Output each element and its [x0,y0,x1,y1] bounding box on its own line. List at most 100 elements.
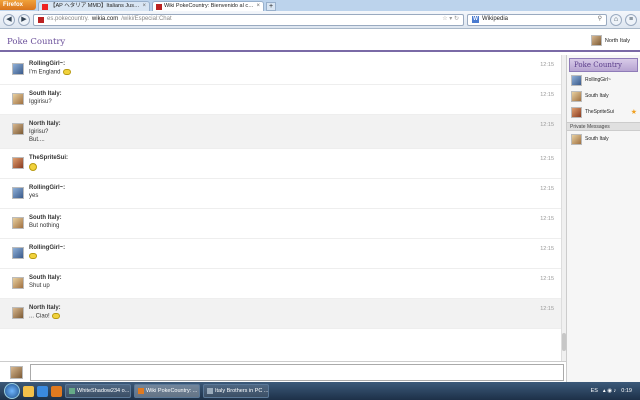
task-label: WhiteShadow234 o... [77,388,130,394]
message-timestamp: 12:15 [540,276,554,282]
sidebar-room-title[interactable]: Poke Country [569,58,638,72]
message-text [29,253,566,260]
language-indicator[interactable]: ES [591,388,598,394]
start-button[interactable] [4,383,20,399]
avatar [571,90,582,102]
message-text: I'm England [29,69,566,76]
message-text: But.... [29,137,566,143]
task-wiki-chat[interactable]: Wiki PokeCountry: ... [134,384,200,398]
message-author[interactable]: RollingGirl~: [29,185,566,191]
message-author[interactable]: North Italy: [29,305,566,311]
clock[interactable]: 0:19 [621,388,632,394]
tab-wiki-chat[interactable]: Wiki PokeCountry: Bienvenido al chat... … [152,1,264,11]
tab-label: Wiki PokeCountry: Bienvenido al chat... [164,3,255,9]
ie-icon[interactable] [37,385,48,397]
chat-header: Poke Country North Italy [0,30,640,52]
chat-message: TheSpriteSui: 12:15 [0,149,566,179]
user-name: RollingGirl~ [585,77,611,83]
message-text-content: ... Ciao! [29,313,50,320]
message-text-content: Shut up [29,283,50,289]
url-path: /wiki/Especial:Chat [121,16,172,22]
message-author[interactable]: RollingGirl~: [29,61,566,67]
chat-message: South Italy: Iggirisu? 12:15 [0,85,566,115]
avatar[interactable] [12,157,24,169]
message-author[interactable]: RollingGirl~: [29,245,566,251]
avatar[interactable] [12,123,24,135]
avatar [10,366,23,379]
message-timestamp: 12:15 [540,122,554,128]
avatar[interactable] [12,187,24,199]
home-button[interactable]: ⌂ [610,13,622,26]
avatar [590,35,602,46]
message-timestamp: 12:15 [540,186,554,192]
sidebar-user-thespritesui[interactable]: TheSpriteSui ★ [567,104,640,120]
search-bar[interactable]: W Wikipedia ⚲ [467,13,607,26]
windows-taskbar: WhiteShadow234 o... Wiki PokeCountry: ..… [0,382,640,400]
bookmark-star-icon[interactable]: ☆ ▾ ↻ [442,14,459,25]
search-icon[interactable]: ⚲ [598,14,602,25]
task-label: Wiki PokeCountry: ... [146,388,198,394]
emoticon-icon [29,163,37,171]
current-user[interactable]: North Italy [590,35,630,46]
system-tray: ES ▴ ◉ ♪ 0:19 [591,388,640,394]
chat-message: North Italy: ... Ciao! 12:15 [0,299,566,329]
back-button[interactable]: ◀ [3,13,15,26]
firefox-icon [138,388,144,394]
tray-icons[interactable]: ▴ ◉ ♪ [603,388,616,394]
avatar[interactable] [12,247,24,259]
firefox-menu-button[interactable]: Firefox [0,0,36,10]
search-engine-label: Wikipedia [482,16,509,22]
chat-message: South Italy: But nothing 12:15 [0,209,566,239]
message-text-content: yes [29,193,39,199]
wikipedia-engine-icon[interactable]: W [472,16,479,23]
address-bar[interactable]: es.pokecountry. wikia.com/wiki/Especial:C… [33,13,464,26]
moderator-star-icon: ★ [630,109,637,116]
sidebar-user-south-italy[interactable]: South Italy [567,88,640,104]
close-icon[interactable]: × [256,2,260,11]
wiki-logo[interactable]: Poke Country [7,37,65,47]
emoticon-icon [62,69,71,75]
message-text-content: But nothing [29,223,60,229]
user-name: South Italy [585,136,609,142]
task-deviantart[interactable]: WhiteShadow234 o... [65,384,131,398]
message-text-content: Iggirisu? [29,99,52,105]
forward-button[interactable]: ▶ [18,13,30,26]
chat-message: North Italy: Igirisu? But.... 12:15 [0,115,566,149]
firefox-icon[interactable] [51,385,62,397]
message-text: Iggirisu? [29,99,566,105]
wikia-icon [156,3,162,10]
menu-button[interactable]: ≡ [625,13,637,26]
private-messages-header: Private Messages [567,122,640,131]
chat-message: RollingGirl~: 12:15 [0,239,566,269]
message-text-content: But.... [29,137,45,143]
message-timestamp: 12:15 [540,216,554,222]
private-user-south-italy[interactable]: South Italy [567,131,640,147]
tab-youtube[interactable]: 【AP ヘタリア MMD】Italians Just be Frie... × [38,1,150,11]
new-tab-button[interactable]: + [266,2,276,11]
window-icon [207,388,213,394]
message-timestamp: 12:15 [540,246,554,252]
close-icon[interactable]: × [142,2,146,11]
avatar [571,106,582,118]
message-text: yes [29,193,566,199]
avatar[interactable] [12,277,24,289]
message-text: ... Ciao! [29,313,566,320]
site-icon [38,16,44,23]
user-name: South Italy [585,93,609,99]
avatar[interactable] [12,63,24,75]
task-italy-brothers[interactable]: Italy Brothers in PC ... [203,384,269,398]
message-timestamp: 12:15 [540,62,554,68]
message-author[interactable]: South Italy: [29,275,566,281]
message-author[interactable]: North Italy: [29,121,566,127]
avatar[interactable] [12,307,24,319]
message-author[interactable]: TheSpriteSui: [29,155,566,161]
message-author[interactable]: South Italy: [29,215,566,221]
message-author[interactable]: South Italy: [29,91,566,97]
avatar[interactable] [12,217,24,229]
sidebar-user-rollinggirl[interactable]: RollingGirl~ [567,72,640,88]
chat-message: RollingGirl~: yes 12:15 [0,179,566,209]
explorer-icon[interactable] [23,385,34,397]
message-text: But nothing [29,223,566,229]
chat-message-input[interactable] [30,364,564,381]
avatar[interactable] [12,93,24,105]
